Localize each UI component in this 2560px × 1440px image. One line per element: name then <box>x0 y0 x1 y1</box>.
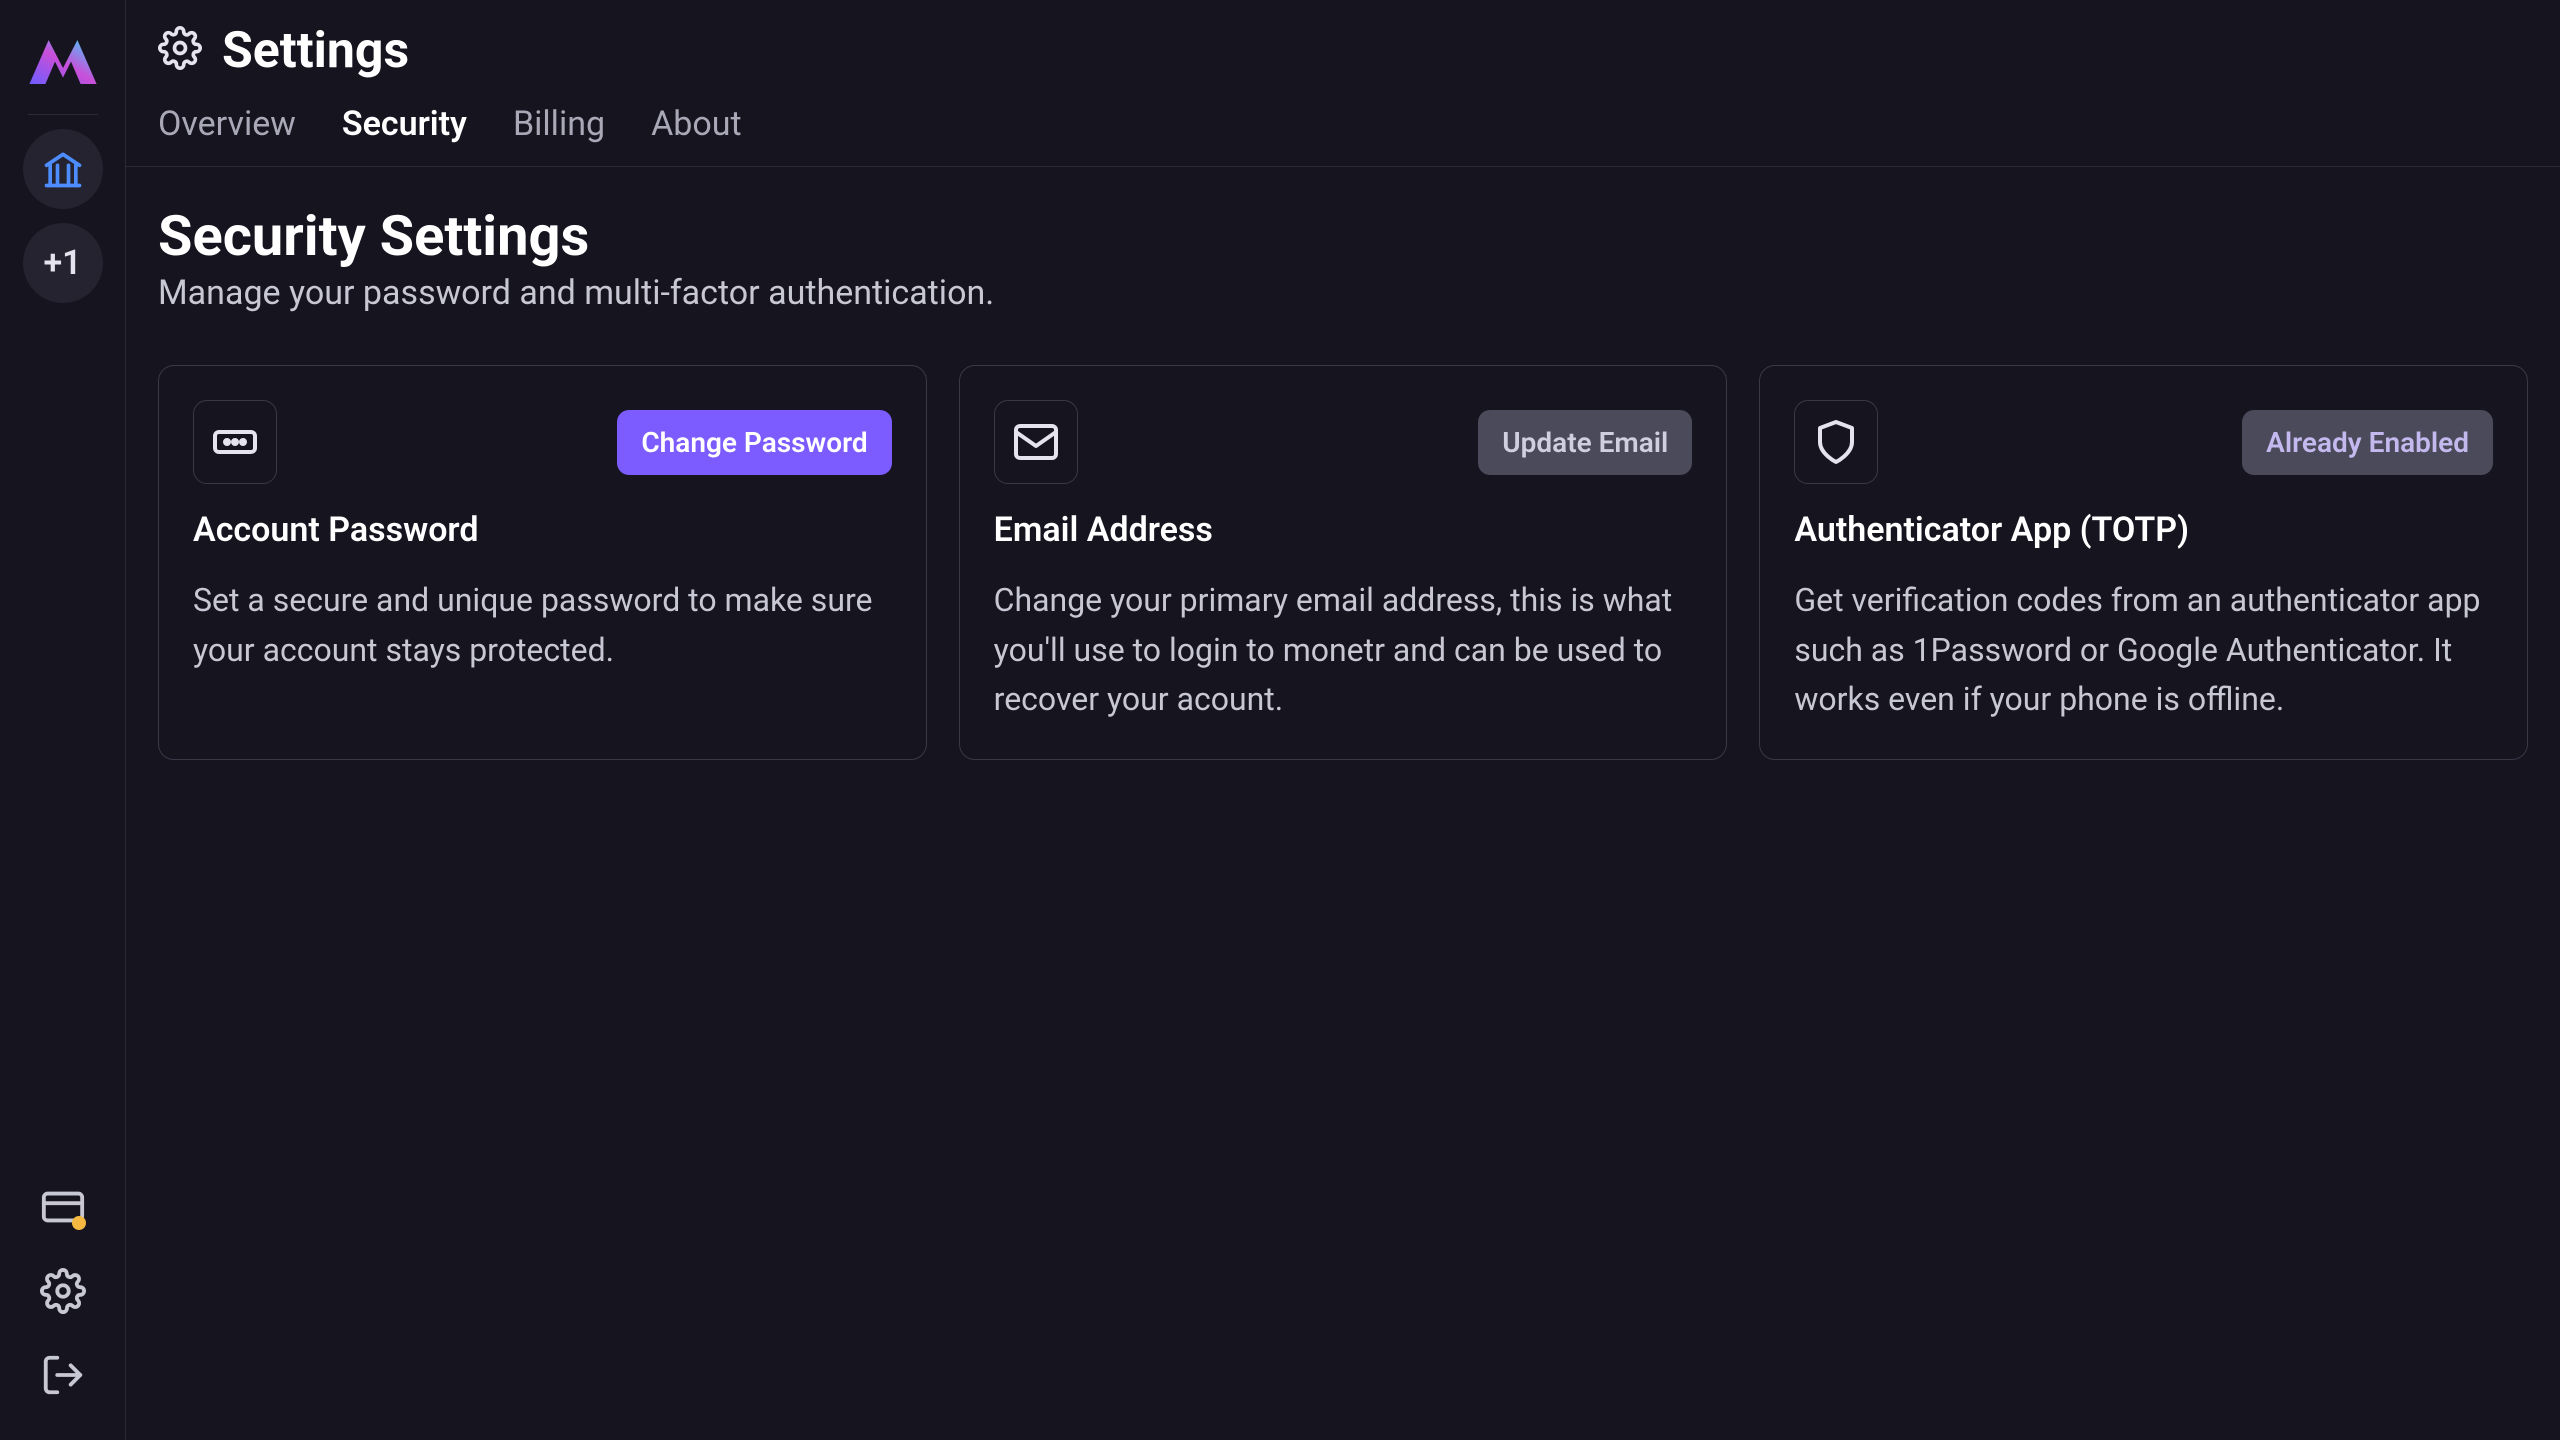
bank-icon <box>41 147 85 191</box>
update-email-button[interactable]: Update Email <box>1478 410 1692 475</box>
card-totp-desc: Get verification codes from an authentic… <box>1794 576 2493 725</box>
tab-billing[interactable]: Billing <box>513 104 605 166</box>
gear-icon <box>158 26 202 77</box>
content: Security Settings Manage your password a… <box>126 167 2560 796</box>
sidebar-item-settings[interactable] <box>28 1256 98 1326</box>
app-logo[interactable] <box>23 20 103 100</box>
change-password-button[interactable]: Change Password <box>617 410 891 475</box>
sidebar: +1 <box>0 0 126 1440</box>
card-password-desc: Set a secure and unique password to make… <box>193 576 892 675</box>
card-email: Update Email Email Address Change your p… <box>959 365 1728 760</box>
logout-icon <box>40 1352 86 1398</box>
sidebar-item-billing[interactable] <box>28 1172 98 1242</box>
section-subtitle: Manage your password and multi-factor au… <box>158 273 2528 313</box>
mail-icon <box>994 400 1078 484</box>
sidebar-divider <box>28 114 98 115</box>
totp-status-button[interactable]: Already Enabled <box>2242 410 2493 475</box>
sidebar-item-bank[interactable] <box>23 129 103 209</box>
password-icon <box>193 400 277 484</box>
page-title: Settings <box>222 22 409 80</box>
sidebar-add-button[interactable]: +1 <box>23 223 103 303</box>
card-password: Change Password Account Password Set a s… <box>158 365 927 760</box>
tab-about[interactable]: About <box>651 104 742 166</box>
sidebar-item-logout[interactable] <box>28 1340 98 1410</box>
sidebar-add-label: +1 <box>43 243 81 283</box>
card-totp-title: Authenticator App (TOTP) <box>1794 510 2493 550</box>
section-title: Security Settings <box>158 203 2528 269</box>
card-email-title: Email Address <box>994 510 1693 550</box>
notification-dot <box>72 1216 86 1230</box>
tab-security[interactable]: Security <box>342 104 467 166</box>
gear-icon <box>40 1268 86 1314</box>
tab-overview[interactable]: Overview <box>158 104 296 166</box>
cards-grid: Change Password Account Password Set a s… <box>158 365 2528 760</box>
shield-icon <box>1794 400 1878 484</box>
page-header: Settings <box>126 0 2560 80</box>
tabs: Overview Security Billing About <box>126 80 2560 167</box>
card-totp: Already Enabled Authenticator App (TOTP)… <box>1759 365 2528 760</box>
main: Settings Overview Security Billing About… <box>126 0 2560 1440</box>
card-password-title: Account Password <box>193 510 892 550</box>
card-email-desc: Change your primary email address, this … <box>994 576 1693 725</box>
